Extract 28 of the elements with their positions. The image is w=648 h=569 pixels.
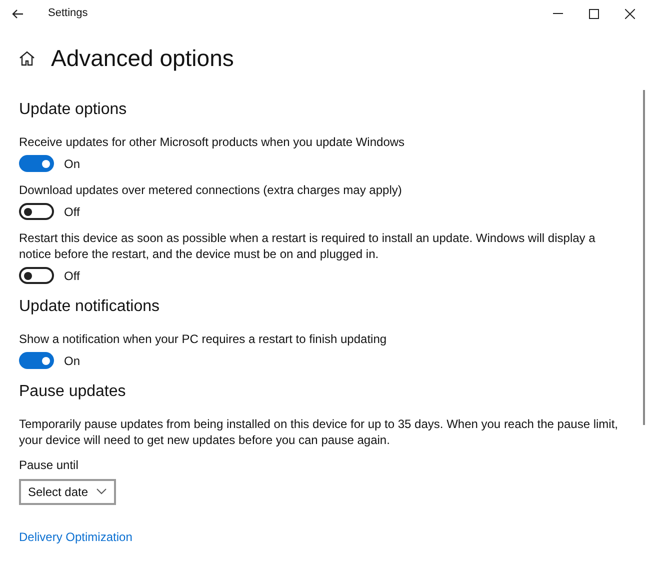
page-title: Advanced options: [51, 44, 234, 73]
toggle-switch[interactable]: [19, 352, 54, 369]
scrollbar[interactable]: [643, 90, 645, 425]
home-icon[interactable]: [19, 50, 35, 66]
toggle-state: On: [64, 352, 80, 370]
setting-label: Download updates over metered connections (extra charges may apply): [19, 182, 403, 198]
date-dropdown[interactable]: Select date: [19, 478, 116, 504]
toggle-state: On: [64, 156, 80, 172]
section-heading: Update options: [19, 100, 128, 120]
setting-label: Show a notification when your PC requires a restart to finish updating: [19, 330, 388, 346]
minimize-icon: [553, 13, 563, 14]
maximize-icon: [589, 8, 599, 18]
section-heading: Update notifications: [19, 296, 161, 316]
back-arrow-icon: [12, 8, 24, 18]
toggle-switch[interactable]: [19, 267, 54, 284]
chevron-down-icon: [96, 488, 108, 495]
window-title: Settings: [48, 6, 88, 22]
toggle-switch[interactable]: [19, 155, 54, 172]
description-text: Temporarily pause updates from being installed on this device for up to 35 days. When you reach the pause limit, your device will need to get new updates before you can pause again.: [19, 416, 619, 448]
toggle-switch[interactable]: [19, 203, 54, 220]
dropdown-label: Pause until: [19, 456, 80, 472]
close-icon: [625, 8, 635, 18]
toggle-state: Off: [64, 204, 80, 220]
setting-label: Restart this device as soon as possible when a restart is required to install an update. Windows will display a notice before the restart, and the device must be on and plugged in.: [19, 230, 596, 262]
delivery-optimization-link[interactable]: Delivery Optimization: [19, 530, 132, 544]
section-heading: Pause updates: [19, 382, 127, 402]
setting-label: Receive updates for other Microsoft products when you update Windows: [19, 134, 406, 150]
toggle-state: Off: [64, 268, 80, 284]
